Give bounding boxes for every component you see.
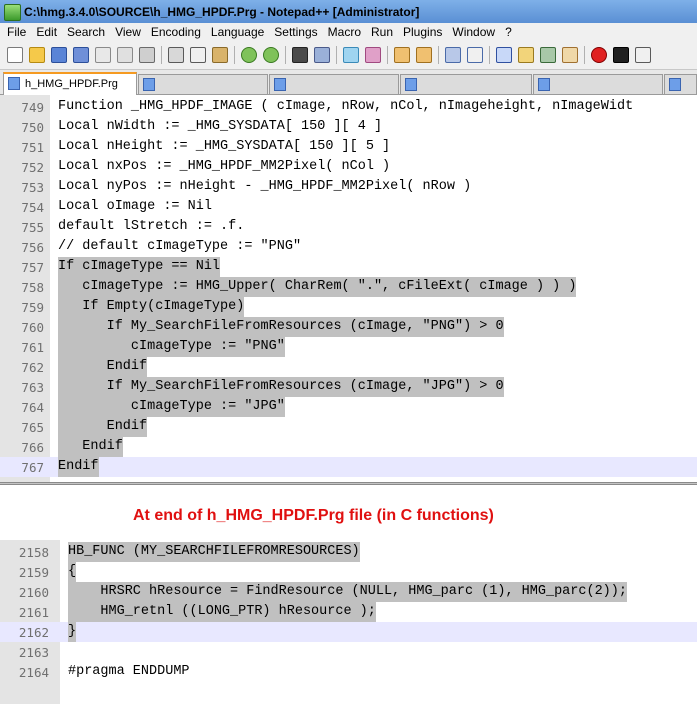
tab-h-hmg-hpdf[interactable]: h_HMG_HPDF.Prg (3, 72, 137, 95)
code-line: 750 Local nWidth := _HMG_SYSDATA[ 150 ][… (21, 119, 383, 135)
code-line-selected: 763 If My_SearchFileFromResources (cImag… (21, 377, 504, 397)
stop-macro-icon[interactable] (613, 47, 629, 63)
print-icon[interactable] (139, 47, 155, 63)
sync-horizontal-icon[interactable] (416, 47, 432, 63)
close-all-icon[interactable] (117, 47, 133, 63)
redo-icon[interactable] (263, 47, 279, 63)
code-line-selected: 2160 HRSRC hResource = FindResource (NUL… (18, 582, 627, 602)
open-file-icon[interactable] (29, 47, 45, 63)
code-line: 753 Local nyPos := nHeight - _HMG_HPDF_M… (21, 179, 472, 195)
code-line: 751 Local nHeight := _HMG_SYSDATA[ 150 ]… (21, 139, 391, 155)
annotation-text: At end of h_HMG_HPDF.Prg file (in C func… (133, 507, 494, 524)
function-list-icon[interactable] (562, 47, 578, 63)
word-wrap-icon[interactable] (445, 47, 461, 63)
menu-edit[interactable]: Edit (31, 25, 62, 39)
code-line-selected: 766 Endif (21, 437, 123, 457)
indent-guide-icon[interactable] (496, 47, 512, 63)
code-line-selected: 761 cImageType := "PNG" (21, 337, 285, 357)
paste-icon[interactable] (212, 47, 228, 63)
toolbar-separator (489, 46, 490, 64)
code-line: 755 default lStretch := .f. (21, 219, 245, 235)
menu-help[interactable]: ? (500, 25, 517, 39)
file-saved-icon (669, 78, 681, 91)
language-icon[interactable] (518, 47, 534, 63)
title-bar: C:\hmg.3.4.0\SOURCE\h_HMG_HPDF.Prg - Not… (0, 0, 697, 23)
code-line: 754 Local oImage := Nil (21, 199, 212, 215)
tab-other-file[interactable] (533, 74, 663, 94)
code-line-selected: 2158 HB_FUNC (MY_SEARCHFILEFROMRESOURCES… (18, 542, 360, 562)
code-line-selected: 760 If My_SearchFileFromResources (cImag… (21, 317, 504, 337)
menu-encoding[interactable]: Encoding (146, 25, 206, 39)
doc-map-icon[interactable] (540, 47, 556, 63)
file-saved-icon (274, 78, 286, 91)
file-saved-icon (8, 77, 20, 90)
save-icon[interactable] (51, 47, 67, 63)
toolbar-separator (438, 46, 439, 64)
code-line-selected: 757 If cImageType == Nil (21, 257, 221, 277)
close-icon[interactable] (95, 47, 111, 63)
menu-plugins[interactable]: Plugins (398, 25, 447, 39)
replace-icon[interactable] (314, 47, 330, 63)
record-macro-icon[interactable] (591, 47, 607, 63)
menu-settings[interactable]: Settings (269, 25, 322, 39)
window-title: C:\hmg.3.4.0\SOURCE\h_HMG_HPDF.Prg - Not… (24, 5, 420, 19)
save-all-icon[interactable] (73, 47, 89, 63)
toolbar (0, 41, 697, 70)
code-line: 752 Local nxPos := _HMG_HPDF_MM2Pixel( n… (21, 159, 391, 175)
play-macro-icon[interactable] (635, 47, 651, 63)
sync-vertical-icon[interactable] (394, 47, 410, 63)
code-line-selected: 764 cImageType := "JPG" (21, 397, 285, 417)
code-line: 749 Function _HMG_HPDF_IMAGE ( cImage, n… (21, 99, 634, 115)
code-line-selected: 762 Endif (21, 357, 148, 377)
tab-other-file[interactable] (269, 74, 399, 94)
toolbar-separator (584, 46, 585, 64)
menu-view[interactable]: View (110, 25, 146, 39)
cut-icon[interactable] (168, 47, 184, 63)
toolbar-separator (285, 46, 286, 64)
code-line-selected: 758 cImageType := HMG_Upper( CharRem( ".… (21, 277, 577, 297)
file-saved-icon (538, 78, 550, 91)
code-line-selected: 2161 HMG_retnl ((LONG_PTR) hResource ); (18, 602, 376, 622)
code-line: 756 // default cImageType := "PNG" (21, 239, 302, 255)
menu-language[interactable]: Language (206, 25, 269, 39)
tab-bar: h_HMG_HPDF.Prg (0, 70, 697, 95)
toolbar-separator (336, 46, 337, 64)
menu-window[interactable]: Window (447, 25, 500, 39)
zoom-in-icon[interactable] (343, 47, 359, 63)
code-line: 2163 (18, 645, 49, 660)
toolbar-separator (161, 46, 162, 64)
toolbar-separator (234, 46, 235, 64)
find-icon[interactable] (292, 47, 308, 63)
code-line-selected: 759 If Empty(cImageType) (21, 297, 245, 317)
editor-pane-top[interactable]: 749 Function _HMG_HPDF_IMAGE ( cImage, n… (0, 95, 697, 482)
file-saved-icon (405, 78, 417, 91)
menu-search[interactable]: Search (62, 25, 110, 39)
menu-bar: File Edit Search View Encoding Language … (0, 23, 697, 41)
code-line-current: 767 Endif (0, 457, 697, 477)
new-file-icon[interactable] (7, 47, 23, 63)
file-saved-icon (143, 78, 155, 91)
code-line: 2164 #pragma ENDDUMP (18, 664, 190, 680)
menu-macro[interactable]: Macro (323, 25, 366, 39)
code-line-selected: 765 Endif (21, 417, 148, 437)
code-line-current: 2162 } (0, 622, 697, 642)
notepadpp-app-icon (4, 4, 21, 21)
editor-pane-bottom[interactable]: At end of h_HMG_HPDF.Prg file (in C func… (0, 485, 697, 704)
toolbar-separator (387, 46, 388, 64)
code-line-selected: 2159 { (18, 562, 77, 582)
copy-icon[interactable] (190, 47, 206, 63)
tab-other-file[interactable] (400, 74, 532, 94)
tab-other-file[interactable] (138, 74, 268, 94)
undo-icon[interactable] (241, 47, 257, 63)
menu-file[interactable]: File (0, 25, 31, 39)
menu-run[interactable]: Run (366, 25, 398, 39)
tab-other-file[interactable] (664, 74, 697, 94)
zoom-out-icon[interactable] (365, 47, 381, 63)
show-all-chars-icon[interactable] (467, 47, 483, 63)
